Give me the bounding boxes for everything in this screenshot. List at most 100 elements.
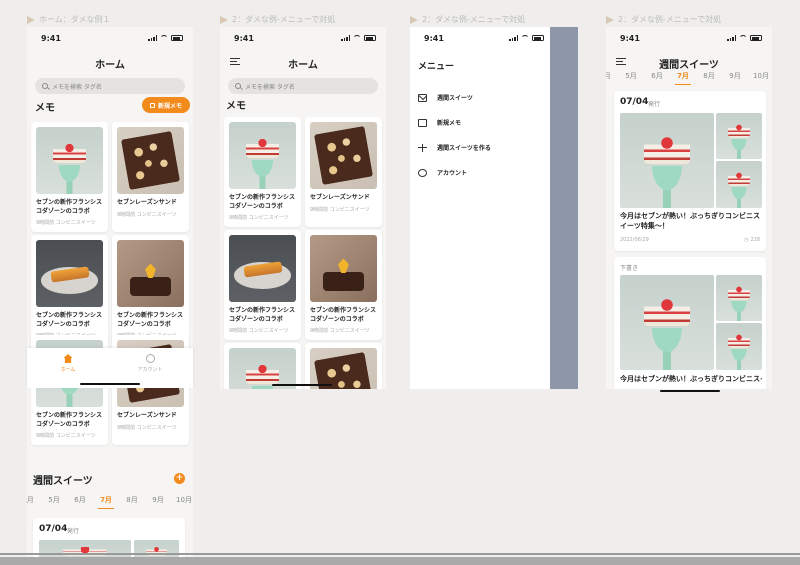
battery-icon	[364, 35, 376, 41]
memo-card[interactable]: セブンレーズンサンド 9時間前 コンビニスイーツ	[112, 122, 189, 232]
wifi-icon	[353, 35, 361, 41]
memo-section-title: メモ	[35, 103, 55, 114]
weekly-section-title: 週間スイーツ	[33, 476, 93, 487]
memo-card[interactable]: セブンの新作フランシスコダゾーンのコラボ9時間前 コンビニスイーツ	[112, 235, 189, 345]
month-tab-selected[interactable]: 7月	[670, 71, 696, 85]
memo-card[interactable]: セブンの新作フランシスコダゾーンのコラボ 9時間前 コンビニスイーツ	[224, 117, 301, 227]
weekly-card[interactable]: 07/04 発行	[33, 518, 185, 557]
menu-item-label: 週間スイーツ	[437, 95, 473, 102]
user-icon	[418, 168, 427, 177]
frame-marker-icon	[606, 15, 614, 24]
scrollbar[interactable]	[0, 557, 800, 565]
memo-image	[229, 235, 296, 302]
month-tab[interactable]: 9月	[722, 71, 748, 81]
month-tabs: 8月 5月 6月 7月 8月 9月 10月	[27, 495, 193, 509]
month-tab[interactable]: 8月	[119, 495, 145, 505]
weekly-screen: 9:41 週間スイーツ 6月 5月 6月 7月 8月 9月 10月 07/04 …	[606, 27, 772, 389]
draft-main-image	[620, 275, 714, 370]
memo-title: セブンの新作フランシスコダゾーンのコラボ	[310, 307, 377, 323]
memo-card[interactable]: セブンの新作フランシスコダゾーンのコラボ9時間前 コンビニスイーツ	[305, 230, 382, 340]
search-icon	[42, 83, 48, 89]
weekly-posted-date: 2022/06/29	[620, 237, 649, 243]
frame-label-text: 2：ダメな例-メニューで対処	[618, 15, 722, 24]
status-bar: 9:41	[410, 27, 550, 49]
draft-label: 下書き	[620, 265, 639, 272]
memo-image	[229, 122, 296, 189]
memo-card[interactable]: セブンの新作フランシスコダゾーンのコラボ 9時間前 コンビニスイーツ	[31, 122, 108, 232]
memo-meta: 9時間前 コンビニスイーツ	[229, 328, 289, 334]
weekly-headline: 今月はセブンが熱い！ぶっちぎりコンビニスイーツ特集〜！	[620, 212, 760, 230]
weekly-side-image	[716, 113, 762, 159]
memo-card[interactable]: セブンレーズンサンド 9時間前 コンビニスイーツ	[305, 117, 382, 227]
tab-bar: ホーム アカウント	[27, 348, 193, 388]
month-tab[interactable]: 5月	[618, 71, 644, 81]
drawer-backdrop[interactable]	[550, 27, 578, 389]
status-icons	[727, 35, 762, 41]
memo-title: セブンの新作フランシスコダゾーンのコラボ	[229, 194, 296, 210]
memo-section-title: メモ	[226, 101, 246, 112]
page-title: ホーム	[288, 59, 318, 71]
memo-meta: 9時間前 コンビニスイーツ	[117, 424, 177, 431]
search-input[interactable]: メモを検索 タグ名	[228, 78, 378, 94]
memo-image	[310, 348, 377, 389]
memo-title: セブンレーズンサンド	[310, 194, 370, 201]
search-input[interactable]: メモを検索 タグ名	[35, 78, 185, 94]
memo-card[interactable]	[224, 343, 301, 389]
signal-icon	[727, 35, 736, 41]
memo-title: セブンの新作フランシスコダゾーンのコラボ	[229, 307, 296, 323]
menu-icon[interactable]	[230, 58, 240, 65]
status-time: 9:41	[234, 33, 254, 43]
month-tab[interactable]: 10月	[748, 71, 772, 81]
month-tab[interactable]: 10月	[171, 495, 193, 505]
menu-icon[interactable]	[616, 58, 626, 65]
status-icons	[341, 35, 376, 41]
home-indicator	[272, 384, 332, 386]
tab-home[interactable]: ホーム	[43, 354, 93, 373]
month-tab[interactable]: 6月	[67, 495, 93, 505]
add-weekly-button[interactable]: +	[174, 473, 185, 484]
frame-label-text: 2：ダメな例-メニューで対処	[232, 15, 336, 24]
month-tab[interactable]: 8月	[696, 71, 722, 81]
memo-meta: 9時間前 コンビニスイーツ	[229, 215, 289, 221]
tab-home-label: ホーム	[60, 367, 76, 373]
draft-side-image	[716, 323, 762, 370]
mail-icon	[418, 93, 427, 102]
search-placeholder: メモを検索 タグ名	[245, 83, 295, 91]
home-icon	[63, 354, 73, 363]
home-screen-full: 9:41 ホーム メモを検索 タグ名 メモ 新規メモ セブンの新作フランシスコダ…	[27, 27, 193, 557]
menu-title: メニュー	[418, 62, 455, 72]
memo-meta: 9時間前 コンビニスイーツ	[36, 220, 96, 226]
menu-item-account[interactable]: アカウント	[418, 168, 467, 177]
draft-headline: 今月はセブンが熱い！ぶっちぎりコンビニスイーツ	[620, 375, 762, 383]
new-memo-label: 新規メモ	[158, 102, 183, 110]
weekly-article-card[interactable]: 07/04 発行 今月はセブンが熱い！ぶっちぎりコンビニスイーツ特集〜！ 202…	[614, 91, 766, 251]
weekly-date: 07/04	[39, 524, 68, 534]
weekly-pub-label: 発行	[648, 101, 661, 108]
status-time: 9:41	[424, 33, 444, 43]
menu-item-new-memo[interactable]: 新規メモ	[418, 118, 461, 127]
month-tab[interactable]: 9月	[145, 495, 171, 505]
month-tab[interactable]: 5月	[41, 495, 67, 505]
memo-card[interactable]	[305, 343, 382, 389]
account-icon	[145, 354, 155, 363]
frame-label-1: ホーム：ダメな例１	[27, 14, 111, 25]
views-count: 228	[750, 237, 760, 243]
draft-article-card[interactable]: 下書き 今月はセブンが熱い！ぶっちぎりコンビニスイーツ	[614, 257, 766, 389]
memo-meta: 9時間前 コンビニスイーツ	[310, 206, 370, 213]
month-tab[interactable]: 6月	[606, 71, 618, 81]
month-tab-selected[interactable]: 7月	[93, 495, 119, 509]
month-tabs: 6月 5月 6月 7月 8月 9月 10月	[606, 71, 772, 85]
memo-title: セブンの新作フランシスコダゾーンのコラボ	[36, 199, 103, 215]
tab-account[interactable]: アカウント	[125, 354, 175, 373]
menu-item-create-weekly[interactable]: 週間スイーツを作る	[418, 143, 491, 152]
weekly-views: ◷ 228	[744, 237, 760, 243]
home-indicator	[660, 390, 720, 392]
menu-item-weekly[interactable]: 週間スイーツ	[418, 93, 473, 102]
new-memo-button[interactable]: 新規メモ	[142, 97, 191, 113]
memo-card[interactable]: セブンの新作フランシスコダゾーンのコラボ9時間前 コンビニスイーツ	[31, 235, 108, 345]
battery-icon	[532, 35, 544, 41]
month-tab[interactable]: 8月	[27, 495, 41, 505]
status-icons	[509, 35, 544, 41]
memo-card[interactable]: セブンの新作フランシスコダゾーンのコラボ 9時間前 コンビニスイーツ	[224, 230, 301, 340]
month-tab[interactable]: 6月	[644, 71, 670, 81]
